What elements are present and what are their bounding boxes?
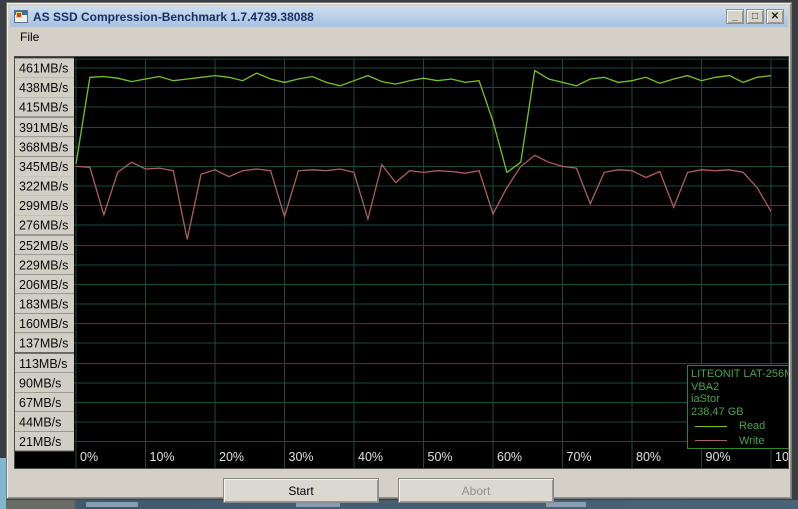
- read-line-swatch: [695, 425, 727, 427]
- abort-button[interactable]: Abort: [398, 478, 554, 503]
- menubar: File: [10, 27, 788, 48]
- titlebar[interactable]: AS SSD Compression-Benchmark 1.7.4739.38…: [10, 6, 788, 27]
- window-title: AS SSD Compression-Benchmark 1.7.4739.38…: [33, 9, 314, 24]
- svg-text:415MB/s: 415MB/s: [19, 101, 68, 115]
- svg-text:345MB/s: 345MB/s: [19, 160, 68, 174]
- svg-text:30%: 30%: [289, 450, 314, 464]
- write-line-swatch: [695, 440, 727, 442]
- chart-svg: 461MB/s 438MB/s 415MB/s 391MB/s 368MB/s 345MB…: [15, 57, 789, 468]
- svg-text:322MB/s: 322MB/s: [19, 179, 68, 193]
- svg-text:461MB/s: 461MB/s: [19, 62, 68, 76]
- svg-text:368MB/s: 368MB/s: [19, 140, 68, 154]
- background-window-artifact: [86, 502, 138, 507]
- svg-text:183MB/s: 183MB/s: [19, 297, 68, 311]
- legend-read-label: Read: [739, 420, 766, 432]
- svg-text:206MB/s: 206MB/s: [19, 278, 68, 292]
- legend-firmware: VBA2: [691, 380, 720, 393]
- svg-text:100%: 100%: [775, 450, 789, 464]
- svg-text:60%: 60%: [497, 450, 522, 464]
- chart-legend: LITEONIT LAT-256M VBA2 iaStor 238,47 GB …: [687, 365, 789, 449]
- svg-text:40%: 40%: [358, 450, 383, 464]
- svg-text:20%: 20%: [219, 450, 244, 464]
- svg-text:80%: 80%: [636, 450, 661, 464]
- svg-text:276MB/s: 276MB/s: [19, 218, 68, 232]
- svg-text:67MB/s: 67MB/s: [19, 396, 61, 410]
- minimize-button[interactable]: _: [726, 9, 744, 24]
- svg-text:438MB/s: 438MB/s: [19, 81, 68, 95]
- window-controls: _ □ ✕: [726, 9, 784, 24]
- compression-benchmark-chart: 461MB/s 438MB/s 415MB/s 391MB/s 368MB/s 345MB…: [14, 56, 789, 469]
- svg-text:252MB/s: 252MB/s: [19, 239, 68, 253]
- svg-text:391MB/s: 391MB/s: [19, 121, 68, 135]
- legend-driver: iaStor: [691, 393, 720, 405]
- svg-text:21MB/s: 21MB/s: [19, 435, 61, 449]
- svg-text:90MB/s: 90MB/s: [19, 376, 61, 390]
- menu-file[interactable]: File: [10, 27, 47, 47]
- maximize-button[interactable]: □: [746, 9, 764, 24]
- svg-text:299MB/s: 299MB/s: [19, 199, 68, 213]
- start-button[interactable]: Start: [223, 478, 379, 503]
- svg-text:50%: 50%: [428, 450, 453, 464]
- svg-text:137MB/s: 137MB/s: [19, 336, 68, 350]
- svg-text:90%: 90%: [706, 450, 731, 464]
- svg-text:229MB/s: 229MB/s: [19, 258, 68, 272]
- close-button[interactable]: ✕: [766, 9, 784, 24]
- svg-text:70%: 70%: [567, 450, 592, 464]
- svg-text:0%: 0%: [80, 450, 98, 464]
- screen: AS SSD Compression-Benchmark 1.7.4739.38…: [0, 0, 798, 509]
- legend-device: LITEONIT LAT-256M: [691, 368, 789, 380]
- app-window: AS SSD Compression-Benchmark 1.7.4739.38…: [6, 2, 792, 503]
- svg-text:113MB/s: 113MB/s: [19, 357, 67, 371]
- legend-capacity: 238,47 GB: [691, 405, 744, 418]
- svg-text:10%: 10%: [150, 450, 175, 464]
- legend-write-label: Write: [739, 434, 765, 447]
- svg-text:44MB/s: 44MB/s: [19, 415, 61, 429]
- svg-text:160MB/s: 160MB/s: [19, 317, 68, 331]
- app-icon: [14, 10, 28, 23]
